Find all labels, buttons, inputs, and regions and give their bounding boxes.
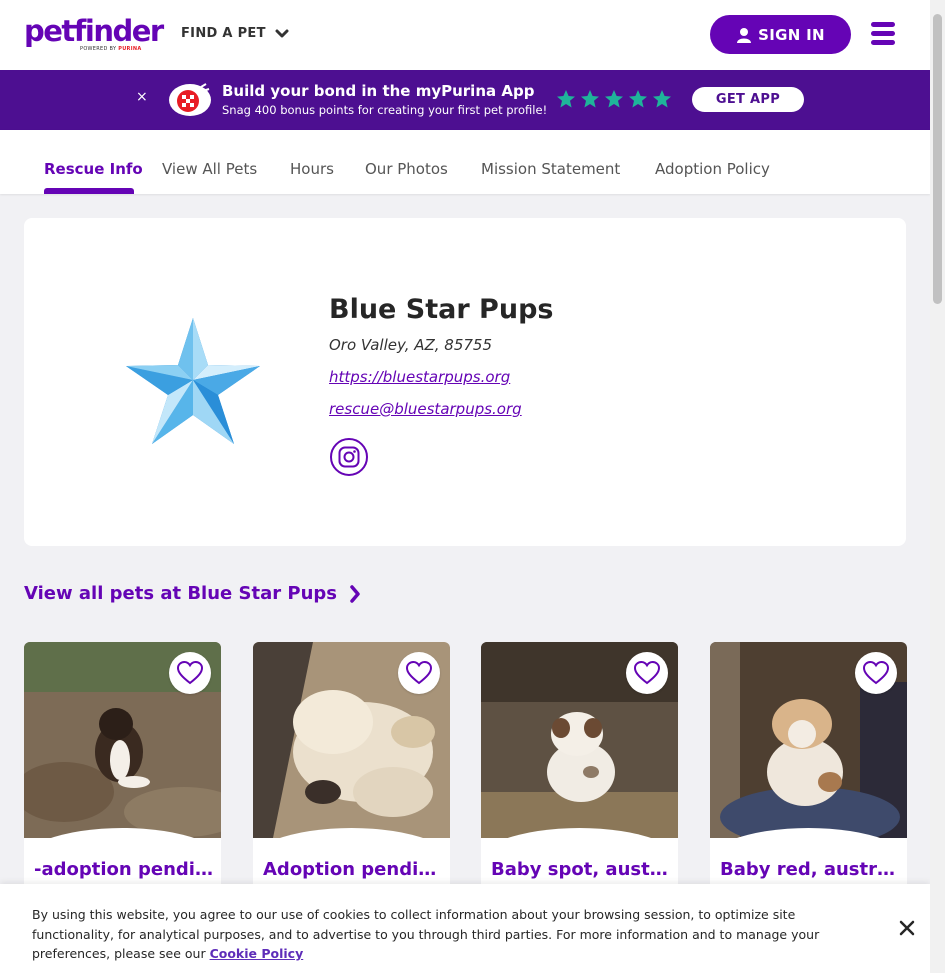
pet-card[interactable]: Baby red, australian cattle dog xyxy=(710,642,907,902)
favorite-heart-icon[interactable] xyxy=(855,652,897,694)
rescue-email-link[interactable]: rescue@bluestarpups.org xyxy=(329,400,522,418)
find-a-pet-menu[interactable]: FIND A PET xyxy=(181,26,266,41)
promo-subtitle: Snag 400 bonus points for creating your … xyxy=(222,103,548,117)
app-promo-banner: × Build your bond in the myPurina App Sn… xyxy=(0,70,930,130)
rating-stars xyxy=(556,89,672,109)
hamburger-icon[interactable] xyxy=(871,22,895,46)
rescue-info-card: Blue Star Pups Oro Valley, AZ, 85755 htt… xyxy=(24,218,906,546)
favorite-heart-icon[interactable] xyxy=(169,652,211,694)
chevron-right-icon xyxy=(350,584,360,603)
cookie-banner: By using this website, you agree to our … xyxy=(0,884,930,973)
tab-our-photos[interactable]: Our Photos xyxy=(365,160,448,178)
favorite-heart-icon[interactable] xyxy=(398,652,440,694)
instagram-glyph xyxy=(338,446,360,468)
star-icon xyxy=(605,90,623,108)
user-icon xyxy=(737,27,752,43)
tab-rescue-info[interactable]: Rescue Info xyxy=(44,160,143,178)
cookie-message: By using this website, you agree to our … xyxy=(32,907,820,961)
sign-in-label: SIGN IN xyxy=(758,25,825,44)
view-all-pets-label: View all pets at Blue Star Pups xyxy=(24,583,337,604)
tab-hours[interactable]: Hours xyxy=(290,160,334,178)
tab-adoption-policy[interactable]: Adoption Policy xyxy=(655,160,770,178)
pet-card[interactable]: Baby spot, australian cattle dog xyxy=(481,642,678,902)
star-icon xyxy=(581,90,599,108)
rescue-name: Blue Star Pups xyxy=(329,294,554,325)
purina-app-icon xyxy=(169,83,211,116)
tab-view-all-pets[interactable]: View All Pets xyxy=(162,160,257,178)
favorite-heart-icon[interactable] xyxy=(626,652,668,694)
sign-in-button[interactable]: SIGN IN xyxy=(710,15,851,54)
site-header: petfinder POWERED BY PURINA FIND A PET S… xyxy=(0,0,930,70)
scrollbar-thumb[interactable] xyxy=(933,14,942,304)
get-app-button[interactable]: GET APP xyxy=(692,87,804,112)
tab-mission-statement[interactable]: Mission Statement xyxy=(481,160,620,178)
pet-name: Baby spot, australian cattle dog xyxy=(491,859,671,880)
close-icon[interactable]: × xyxy=(136,89,148,105)
promo-title: Build your bond in the myPurina App xyxy=(222,82,535,100)
rescue-location: Oro Valley, AZ, 85755 xyxy=(329,336,493,354)
pet-card[interactable]: -adoption pending-, australian shepherd xyxy=(24,642,221,902)
instagram-icon[interactable] xyxy=(330,438,368,476)
star-icon xyxy=(629,90,647,108)
petfinder-logo[interactable]: petfinder POWERED BY PURINA xyxy=(24,14,164,54)
logo-wordmark: petfinder xyxy=(24,14,164,48)
pet-name: Adoption pending, australian shepherd xyxy=(263,859,443,880)
close-icon[interactable] xyxy=(899,920,915,936)
view-all-pets-link[interactable]: View all pets at Blue Star Pups xyxy=(24,583,361,604)
chevron-down-icon[interactable] xyxy=(275,28,289,40)
star-icon xyxy=(653,90,671,108)
pet-card[interactable]: Adoption pending, australian shepherd xyxy=(253,642,450,902)
pet-name: -adoption pending-, australian shepherd xyxy=(34,859,214,880)
blue-star-logo xyxy=(126,318,260,444)
star-icon xyxy=(557,90,575,108)
cookie-text: By using this website, you agree to our … xyxy=(32,905,832,964)
cookie-policy-link[interactable]: Cookie Policy xyxy=(210,946,304,961)
active-tab-indicator xyxy=(44,188,134,194)
pet-name: Baby red, australian cattle dog xyxy=(720,859,900,880)
rescue-website-link[interactable]: https://bluestarpups.org xyxy=(329,368,510,386)
rescue-tabs: Rescue Info View All Pets Hours Our Phot… xyxy=(0,130,930,194)
logo-tagline: POWERED BY PURINA xyxy=(80,46,142,52)
